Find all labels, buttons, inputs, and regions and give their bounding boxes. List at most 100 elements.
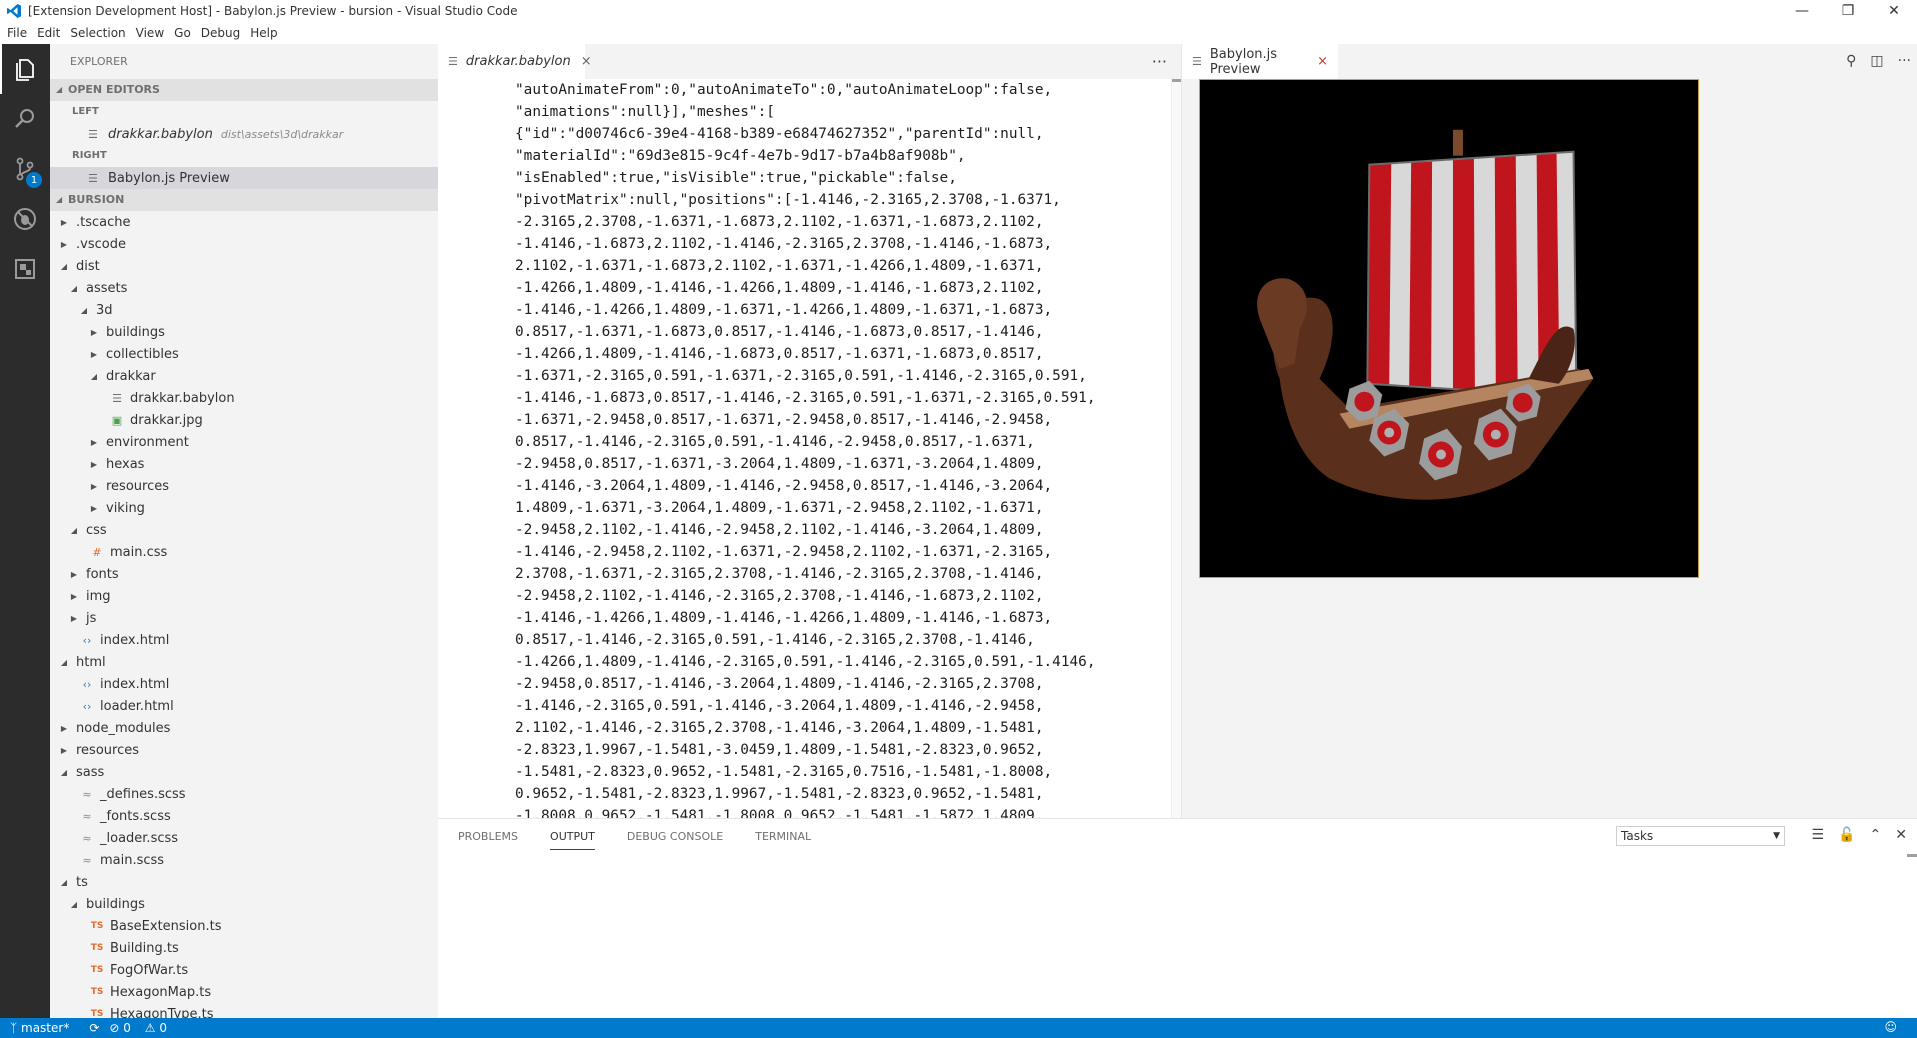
tree-file[interactable]: TS Building.ts (50, 937, 438, 959)
babylon-render-canvas[interactable] (1199, 79, 1699, 578)
output-channel-select[interactable]: Tasks ▼ (1616, 826, 1785, 846)
tree-folder[interactable]: ◢ 3d (50, 299, 438, 321)
problems-indicator[interactable]: ⊘ 0 ⚠ 0 (109, 1021, 177, 1035)
menu-selection[interactable]: Selection (65, 26, 130, 40)
more-icon[interactable]: ··· (1898, 53, 1911, 69)
open-editor-item-drakkar[interactable]: ☰ drakkar.babylon dist\assets\3d\drakkar (50, 123, 438, 145)
activity-debug[interactable] (0, 194, 50, 244)
tree-folder[interactable]: ▶ viking (50, 497, 438, 519)
branch-indicator[interactable]: ᛉ master* (10, 1021, 79, 1035)
tree-file[interactable]: # main.css (50, 541, 438, 563)
tree-folder[interactable]: ▶ hexas (50, 453, 438, 475)
tab-drakkar-babylon[interactable]: ☰ drakkar.babylon × (438, 44, 592, 79)
tree-folder[interactable]: ◢ buildings (50, 893, 438, 915)
tree-folder[interactable]: ▶ resources (50, 475, 438, 497)
restore-button[interactable]: ❐ (1825, 0, 1871, 22)
tree-folder[interactable]: ▶ node_modules (50, 717, 438, 739)
tree-item-label: .tscache (76, 214, 131, 230)
tree-folder[interactable]: ▶ img (50, 585, 438, 607)
tree-folder[interactable]: ◢ sass (50, 761, 438, 783)
tree-folder[interactable]: ▶ fonts (50, 563, 438, 585)
chevron-right-icon: ▶ (90, 481, 98, 491)
lock-scroll-icon[interactable]: 🔓 (1838, 827, 1855, 843)
more-actions-icon[interactable]: ··· (1152, 52, 1167, 71)
tree-file[interactable]: ‹› index.html (50, 673, 438, 695)
tree-file[interactable]: ≈ _fonts.scss (50, 805, 438, 827)
code-line: "animations":null}],"meshes":[ (515, 104, 775, 120)
tree-file[interactable]: ☰ drakkar.babylon (50, 387, 438, 409)
minimize-button[interactable]: — (1779, 0, 1825, 22)
tree-folder[interactable]: ◢ assets (50, 277, 438, 299)
menu-go[interactable]: Go (169, 26, 196, 40)
clear-output-icon[interactable]: ☰ (1812, 827, 1825, 843)
chevron-down-icon: ◢ (60, 657, 68, 667)
tree-file[interactable]: TS HexagonMap.ts (50, 981, 438, 1003)
tree-folder[interactable]: ▶ js (50, 607, 438, 629)
activity-extensions[interactable] (0, 244, 50, 294)
tree-file[interactable]: ≈ _defines.scss (50, 783, 438, 805)
tree-item-label: dist (76, 258, 100, 274)
menu-bar: File Edit Selection View Go Debug Help (0, 22, 1917, 44)
tree-file[interactable]: ▣ drakkar.jpg (50, 409, 438, 431)
tree-file[interactable]: TS HexagonType.ts (50, 1003, 438, 1019)
chevron-down-icon: ◢ (60, 877, 68, 887)
tree-file[interactable]: TS FogOfWar.ts (50, 959, 438, 981)
menu-file[interactable]: File (2, 26, 32, 40)
html-file-icon: ‹› (82, 633, 92, 647)
tree-folder[interactable]: ▶ .vscode (50, 233, 438, 255)
tree-folder[interactable]: ▶ environment (50, 431, 438, 453)
tree-folder[interactable]: ◢ css (50, 519, 438, 541)
code-line: 0.8517,-1.4146,-2.3165,0.591,-1.4146,-2.… (515, 632, 1035, 648)
tree-file[interactable]: ≈ _loader.scss (50, 827, 438, 849)
close-panel-icon[interactable]: ✕ (1895, 827, 1907, 843)
activity-source-control[interactable]: 1 (0, 144, 50, 194)
menu-edit[interactable]: Edit (32, 26, 65, 40)
code-line: -1.6371,-2.9458,0.8517,-1.6371,-2.9458,0… (515, 412, 1053, 428)
tree-folder[interactable]: ▶ collectibles (50, 343, 438, 365)
open-editors-label: OPEN EDITORS (68, 83, 160, 96)
close-window-button[interactable]: ✕ (1871, 0, 1917, 22)
maximize-panel-icon[interactable]: ⌃ (1870, 827, 1882, 843)
activity-search[interactable] (0, 94, 50, 144)
tab-terminal[interactable]: TERMINAL (755, 824, 811, 849)
code-line: -1.4146,-1.6873,0.8517,-1.4146,-2.3165,0… (515, 390, 1096, 406)
tab-output[interactable]: OUTPUT (550, 824, 595, 850)
close-icon[interactable]: × (1317, 54, 1328, 69)
tab-babylon-preview[interactable]: ☰ Babylon.js Preview × (1182, 44, 1338, 79)
tab-problems[interactable]: PROBLEMS (458, 824, 518, 849)
sync-icon[interactable]: ⟳ (89, 1021, 99, 1035)
tree-item-label: main.scss (100, 852, 165, 868)
tree-folder[interactable]: ▶ buildings (50, 321, 438, 343)
html-file-icon: ‹› (82, 699, 92, 713)
tree-folder[interactable]: ◢ ts (50, 871, 438, 893)
editor-actions: ⚲ ◫ ··· (1846, 53, 1911, 69)
editor-scrollbar[interactable] (1171, 79, 1182, 818)
file-lines-icon: ☰ (88, 127, 98, 141)
open-preview-icon[interactable]: ⚲ (1846, 53, 1856, 69)
typescript-file-icon: TS (90, 1009, 104, 1018)
tree-folder[interactable]: ▶ resources (50, 739, 438, 761)
feedback-smiley-icon[interactable]: ☺ (1884, 1020, 1897, 1034)
tree-file[interactable]: ‹› loader.html (50, 695, 438, 717)
menu-view[interactable]: View (131, 26, 169, 40)
open-editor-name: drakkar.babylon (108, 126, 213, 142)
open-editor-item-preview[interactable]: ☰ Babylon.js Preview (50, 167, 438, 189)
tree-folder[interactable]: ◢ drakkar (50, 365, 438, 387)
tree-file[interactable]: ‹› index.html (50, 629, 438, 651)
panel-scrollbar[interactable] (1907, 854, 1917, 857)
activity-explorer[interactable] (0, 44, 50, 94)
project-header[interactable]: ◢ BURSION (50, 189, 438, 211)
menu-debug[interactable]: Debug (196, 26, 245, 40)
menu-help[interactable]: Help (245, 26, 282, 40)
close-icon[interactable]: × (581, 54, 592, 69)
tab-debug-console[interactable]: DEBUG CONSOLE (627, 824, 723, 849)
tree-folder[interactable]: ◢ dist (50, 255, 438, 277)
split-editor-icon[interactable]: ◫ (1870, 53, 1883, 69)
code-editor[interactable]: "autoAnimateFrom":0,"autoAnimateTo":0,"a… (438, 79, 1171, 818)
tree-folder[interactable]: ◢ html (50, 651, 438, 673)
tree-file[interactable]: TS BaseExtension.ts (50, 915, 438, 937)
tree-folder[interactable]: ▶ .tscache (50, 211, 438, 233)
open-editors-header[interactable]: ◢ OPEN EDITORS (50, 79, 438, 101)
chevron-down-icon: ◢ (56, 85, 63, 94)
tree-file[interactable]: ≈ main.scss (50, 849, 438, 871)
